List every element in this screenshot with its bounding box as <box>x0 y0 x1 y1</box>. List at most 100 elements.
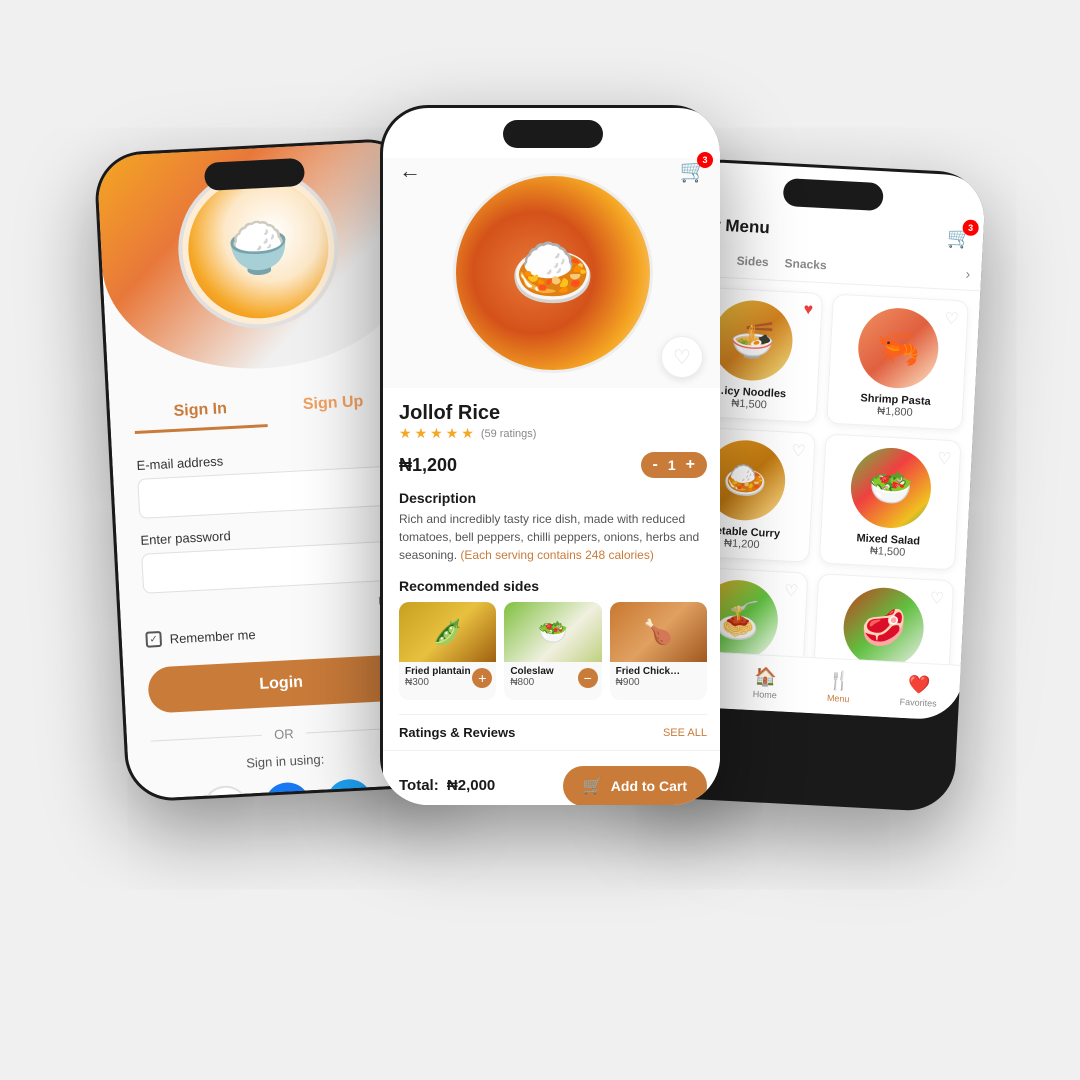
side-coleslaw[interactable]: 🥗 Coleslaw ₦800 − <box>504 602 601 700</box>
food-image-area: 🍛 ♡ <box>383 158 720 388</box>
login-button[interactable]: Login <box>147 654 415 714</box>
side-plantain-info: Fried plantain ₦300 + <box>399 662 496 692</box>
scene: 🍚 Sign In Sign Up E-mail address Enter p… <box>90 65 990 1015</box>
calories-text: (Each serving contains 248 calories) <box>460 548 653 562</box>
detail-footer: Total: ₦2,000 🛒 Add to Cart <box>383 750 720 805</box>
tab-sign-in[interactable]: Sign In <box>133 398 267 434</box>
increase-qty-button[interactable]: + <box>686 456 695 474</box>
description-title: Description <box>399 490 707 506</box>
remove-coleslaw-button[interactable]: − <box>578 668 598 688</box>
mixed-salad-image: 🥗 <box>849 446 933 530</box>
side-chicken[interactable]: 🍗 Fried Chick… ₦900 <box>610 602 707 700</box>
password-input[interactable] <box>141 540 409 594</box>
remember-label: Remember me <box>169 626 256 645</box>
google-signin-button[interactable]: G <box>201 785 249 800</box>
item-price: ₦1,200 <box>399 455 457 476</box>
divider-line-left <box>151 735 262 742</box>
food-image-circle: 🍛 <box>453 173 653 373</box>
or-divider: OR <box>151 720 417 749</box>
auth-tabs: Sign In Sign Up <box>133 391 400 434</box>
see-all-link[interactable]: SEE ALL <box>663 727 707 739</box>
menu-cart-badge: 3 <box>962 219 979 236</box>
curry-heart-button[interactable]: ♡ <box>791 441 806 462</box>
star-3: ★ <box>430 425 443 442</box>
email-input[interactable] <box>137 465 405 519</box>
pasta-salad-heart-button[interactable]: ♡ <box>784 581 799 602</box>
notch-right <box>783 178 884 211</box>
favorites-icon: ❤️ <box>907 674 930 696</box>
shrimp-image: 🦐 <box>856 306 940 390</box>
sides-row: 🫛 Fried plantain ₦300 + 🥗 <box>399 602 707 700</box>
tab-snacks[interactable]: Snacks <box>784 256 827 282</box>
side-chicken-name: Fried Chick… <box>616 666 701 677</box>
beef-salad-heart-button[interactable]: ♡ <box>929 588 944 609</box>
recommended-title: Recommended sides <box>399 578 707 594</box>
back-button[interactable]: ← <box>399 158 421 184</box>
menu-item-shrimp[interactable]: 🦐 ♡ Shrimp Pasta ₦1,800 <box>826 294 969 431</box>
side-coleslaw-info: Coleslaw ₦800 − <box>504 662 601 692</box>
add-to-cart-button[interactable]: 🛒 Add to Cart <box>563 766 707 806</box>
shrimp-heart-button[interactable]: ♡ <box>944 309 959 330</box>
star-2: ★ <box>415 425 428 442</box>
sign-in-using-text: Sign in using: <box>152 747 418 776</box>
google-icon: G <box>217 797 234 800</box>
detail-body: Jollof Rice ★ ★ ★ ★ ★ (59 ratings) ₦1,20… <box>383 388 720 805</box>
favorite-button[interactable]: ♡ <box>661 336 703 378</box>
forgot-link[interactable]: Forgot <box>144 594 410 620</box>
beef-salad-image: 🥩 <box>842 586 926 670</box>
twitter-icon: 𝕏 <box>342 791 358 799</box>
menu-item-mixed-salad[interactable]: 🥗 ♡ Mixed Salad ₦1,500 <box>819 433 962 570</box>
detail-header: ← 🛒 3 <box>383 158 720 184</box>
rating-count: (59 ratings) <box>481 428 537 440</box>
facebook-icon: f <box>283 792 292 799</box>
ratings-label: Ratings & Reviews <box>399 725 515 740</box>
heart-icon: ♡ <box>673 345 691 370</box>
ratings-row: Ratings & Reviews SEE ALL <box>399 714 707 740</box>
add-to-cart-label: Add to Cart <box>611 778 687 794</box>
remember-row: Remember me <box>145 618 411 648</box>
notch-left <box>204 158 305 191</box>
side-chicken-img: 🍗 <box>610 602 707 662</box>
nav-home[interactable]: 🏠 Home <box>753 666 779 700</box>
menu-icon: 🍴 <box>827 670 850 692</box>
description-text: Rich and incredibly tasty rice dish, mad… <box>399 510 707 564</box>
tab-sides[interactable]: Sides <box>736 254 769 280</box>
side-chicken-price: ₦900 <box>616 677 701 688</box>
detail-phone: ← 🛒 3 🍛 ♡ Jollof Rice <box>380 105 720 805</box>
menu-cart-button[interactable]: 🛒 3 <box>947 225 973 251</box>
side-plantain-img: 🫛 <box>399 602 496 662</box>
side-coleslaw-img: 🥗 <box>504 602 601 662</box>
mixed-salad-heart-button[interactable]: ♡ <box>937 448 952 469</box>
nav-favorites[interactable]: ❤️ Favorites <box>899 674 938 709</box>
quantity-control: - 1 + <box>641 452 707 478</box>
quantity-value: 1 <box>668 457 676 473</box>
remember-checkbox[interactable] <box>145 631 162 648</box>
cart-icon-btn: 🛒 <box>583 776 603 796</box>
cart-count-badge: 3 <box>697 152 713 168</box>
notch-center <box>503 120 603 148</box>
or-text: OR <box>274 726 294 742</box>
total-display: Total: ₦2,000 <box>399 777 495 794</box>
star-4: ★ <box>446 425 459 442</box>
stars-row: ★ ★ ★ ★ ★ (59 ratings) <box>399 425 707 442</box>
cart-button[interactable]: 🛒 3 <box>680 158 707 184</box>
food-circle: 🍚 <box>174 164 342 332</box>
item-name: Jollof Rice <box>399 402 707 425</box>
side-plantain[interactable]: 🫛 Fried plantain ₦300 + <box>399 602 496 700</box>
nav-favorites-label: Favorites <box>899 697 936 709</box>
social-icons-row: G f 𝕏 <box>154 776 422 800</box>
facebook-signin-button[interactable]: f <box>263 781 311 799</box>
twitter-signin-button[interactable]: 𝕏 <box>325 778 373 800</box>
side-chicken-info: Fried Chick… ₦900 <box>610 662 707 692</box>
home-icon: 🏠 <box>754 666 777 688</box>
nav-menu-label: Menu <box>827 693 850 704</box>
tabs-arrow[interactable]: › <box>965 266 971 290</box>
nav-home-label: Home <box>753 689 778 700</box>
nav-menu[interactable]: 🍴 Menu <box>827 670 851 704</box>
noodles-image: 🍜 <box>710 298 794 382</box>
star-1: ★ <box>399 425 412 442</box>
star-half: ★ <box>461 425 474 442</box>
noodles-heart-button[interactable]: ♥ <box>803 301 813 319</box>
price-qty-row: ₦1,200 - 1 + <box>399 452 707 478</box>
decrease-qty-button[interactable]: - <box>653 456 658 474</box>
